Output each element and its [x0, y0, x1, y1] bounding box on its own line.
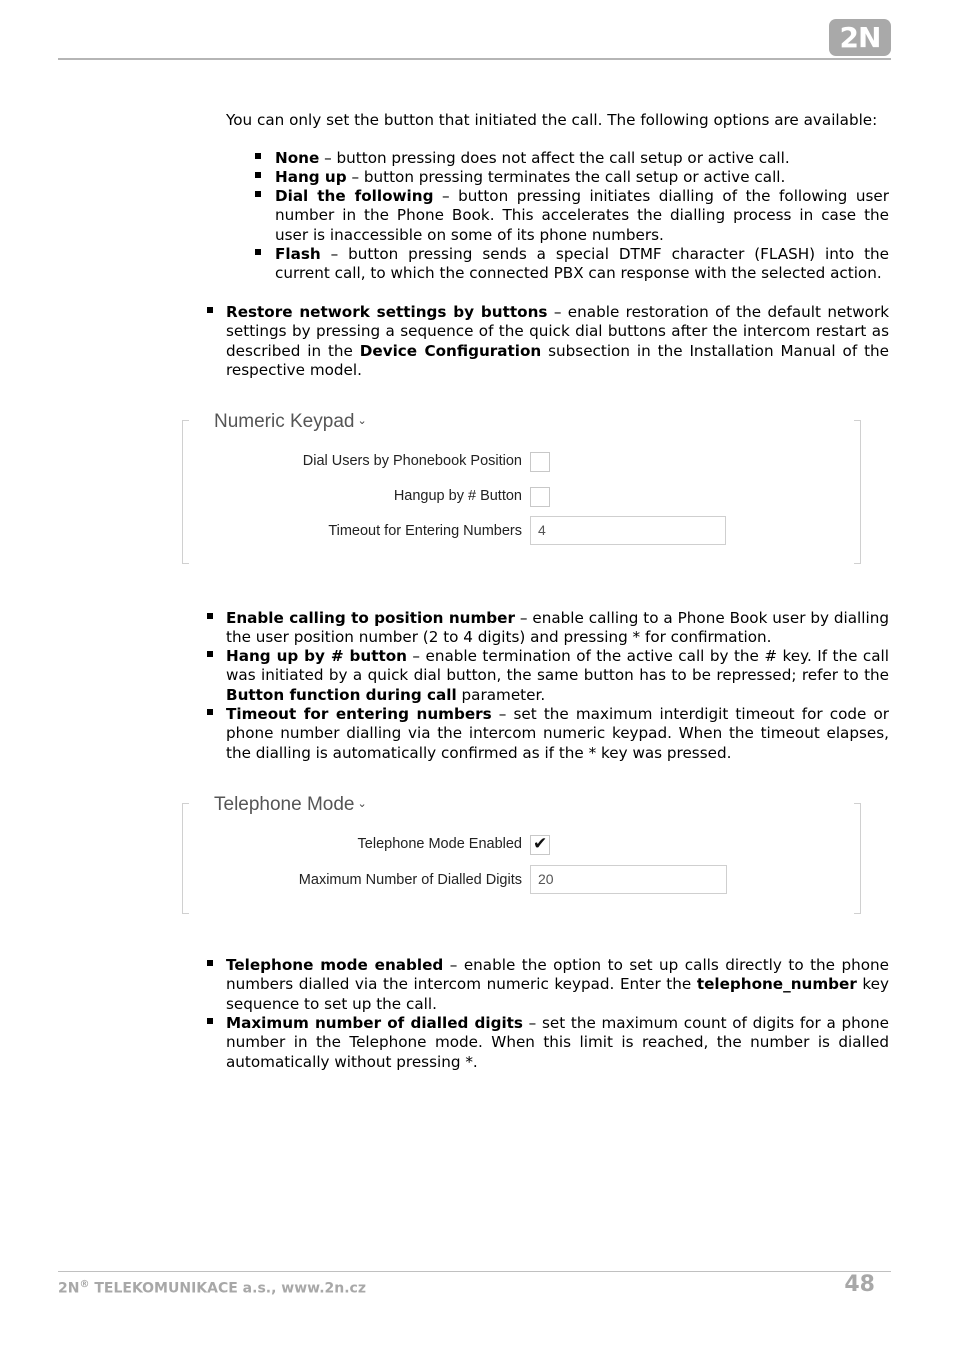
option-hang-up: Hang up – button pressing terminates the…	[275, 168, 889, 187]
square-bullet-icon	[207, 709, 213, 715]
item-desc: parameter.	[456, 685, 546, 704]
option-desc: – button pressing terminates the call se…	[346, 168, 786, 186]
telephone-mode-enabled-label: Telephone Mode Enabled	[357, 836, 522, 852]
numeric-keypad-section-toggle[interactable]: Numeric Keypad ⌄	[214, 411, 367, 433]
telephone-mode-section-toggle[interactable]: Telephone Mode ⌄	[214, 794, 367, 816]
enable-calling-position-item: Enable calling to position number – enab…	[226, 609, 889, 648]
timeout-label: Timeout for Entering Numbers	[328, 523, 522, 539]
option-term: None	[275, 149, 320, 167]
item-term: Restore network settings by buttons	[226, 303, 548, 321]
square-bullet-icon	[207, 960, 213, 966]
dial-by-position-checkbox[interactable]	[530, 452, 550, 472]
square-bullet-icon	[255, 172, 261, 178]
header-divider	[58, 58, 891, 60]
max-digits-item: Maximum number of dialled digits – set t…	[226, 1014, 889, 1072]
option-dial-following: Dial the following – button pressing ini…	[275, 187, 889, 245]
chevron-down-icon: ⌄	[357, 798, 367, 810]
square-bullet-icon	[207, 651, 213, 657]
square-bullet-icon	[255, 191, 261, 197]
hangup-hash-label: Hangup by # Button	[393, 488, 522, 504]
checkmark-icon: ✔	[533, 834, 548, 854]
registered-mark: ®	[79, 1279, 90, 1290]
telephone-mode-enabled-item: Telephone mode enabled – enable the opti…	[226, 956, 889, 1014]
option-term: Dial the following	[275, 187, 434, 205]
option-term: Flash	[275, 245, 321, 263]
square-bullet-icon	[255, 249, 261, 255]
telephone-mode-enabled-checkbox[interactable]: ✔	[530, 834, 550, 855]
item-ref: Button function during call	[226, 685, 457, 704]
option-none: None – button pressing does not affect t…	[275, 149, 889, 168]
option-flash: Flash – button pressing sends a special …	[275, 245, 889, 284]
max-digits-label: Maximum Number of Dialled Digits	[298, 872, 522, 888]
option-term: Hang up	[275, 168, 347, 186]
timeout-input[interactable]: 4	[530, 516, 726, 545]
square-bullet-icon	[207, 613, 213, 619]
brand-logo: 2N	[829, 19, 891, 56]
timeout-item: Timeout for entering numbers – set the m…	[226, 705, 889, 763]
panel-border-left	[182, 420, 189, 564]
max-digits-input[interactable]: 20	[530, 865, 727, 894]
restore-network-item: Restore network settings by buttons – en…	[226, 303, 889, 380]
item-ref: Device Configuration	[359, 341, 542, 360]
footer-company: 2N® TELEKOMUNIKACE a.s., www.2n.cz	[58, 1279, 366, 1297]
panel-border-right	[854, 803, 861, 914]
hangup-hash-checkbox[interactable]	[530, 487, 550, 507]
page-number: 48	[844, 1272, 875, 1297]
item-ref: telephone_number	[696, 975, 857, 994]
option-desc: – button pressing sends a special DTMF c…	[275, 245, 889, 283]
option-desc: – button pressing does not affect the ca…	[319, 149, 790, 167]
panel-border-right	[854, 420, 861, 564]
item-term: Telephone mode enabled	[226, 956, 444, 974]
panel-border-left	[182, 803, 189, 914]
company-rest: TELEKOMUNIKACE a.s., www.2n.cz	[89, 1280, 366, 1297]
square-bullet-icon	[207, 307, 213, 313]
square-bullet-icon	[207, 1018, 213, 1024]
square-bullet-icon	[255, 153, 261, 159]
footer-divider	[58, 1271, 891, 1272]
item-term: Maximum number of dialled digits	[226, 1014, 523, 1032]
item-term: Hang up by # button	[226, 647, 407, 665]
hang-up-hash-item: Hang up by # button – enable termination…	[226, 647, 889, 705]
item-term: Timeout for entering numbers	[226, 705, 492, 723]
dial-by-position-label: Dial Users by Phonebook Position	[302, 453, 522, 469]
intro-paragraph: You can only set the button that initiat…	[226, 111, 878, 129]
item-term: Enable calling to position number	[226, 609, 515, 627]
section-title: Numeric Keypad	[214, 411, 355, 432]
section-title: Telephone Mode	[214, 794, 355, 815]
chevron-down-icon: ⌄	[357, 415, 367, 427]
company-prefix: 2N	[58, 1280, 80, 1297]
